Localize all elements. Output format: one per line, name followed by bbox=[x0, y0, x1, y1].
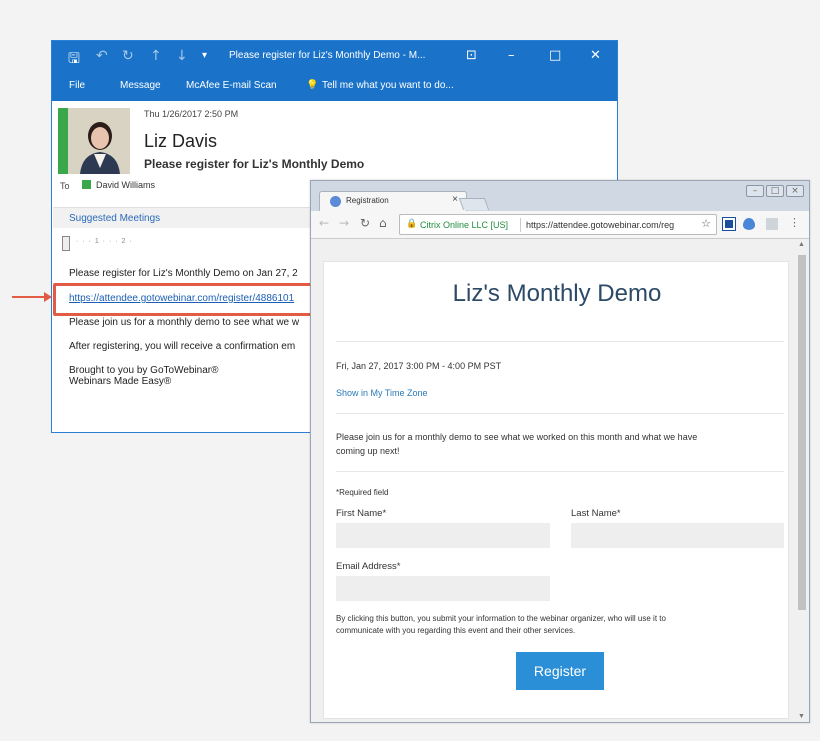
window-title: Please register for Liz's Monthly Demo -… bbox=[229, 50, 426, 61]
home-icon[interactable]: ⌂ bbox=[379, 216, 387, 230]
maximize-button[interactable]: □ bbox=[766, 185, 784, 197]
register-button[interactable]: Register bbox=[516, 652, 604, 690]
lock-icon: 🔒 bbox=[406, 219, 418, 229]
up-arrow-icon[interactable]: ↑ bbox=[150, 48, 162, 64]
body-confirmation: After registering, you will receive a co… bbox=[69, 341, 296, 352]
suggested-meetings-label: Suggested Meetings bbox=[69, 213, 161, 224]
back-icon[interactable]: ← bbox=[319, 216, 329, 230]
maximize-button[interactable]: □ bbox=[549, 48, 561, 63]
tab-mcafee[interactable]: McAfee E-mail Scan bbox=[186, 80, 277, 91]
last-name-field[interactable] bbox=[571, 523, 784, 548]
tab-close-icon[interactable]: × bbox=[452, 194, 458, 205]
browser-window: Registration × – □ × ← → ↻ ⌂ 🔒 Citrix Onli… bbox=[310, 180, 810, 723]
sent-date: Thu 1/26/2017 2:50 PM bbox=[144, 109, 239, 119]
address-bar[interactable]: 🔒 Citrix Online LLC [US] https://attende… bbox=[399, 214, 717, 235]
tell-me-search[interactable]: Tell me what you want to do... bbox=[322, 80, 454, 91]
sender-avatar bbox=[58, 108, 130, 174]
last-name-label: Last Name* bbox=[571, 508, 621, 519]
tab-message[interactable]: Message bbox=[120, 80, 161, 91]
minimize-button[interactable]: – bbox=[508, 48, 515, 63]
tab-title: Registration bbox=[346, 196, 389, 205]
ruler: · · · 1 · · · 2 · bbox=[76, 238, 133, 245]
close-button[interactable]: ✕ bbox=[590, 48, 601, 63]
redo-icon[interactable]: ↻ bbox=[122, 48, 134, 64]
webinar-description-1: Please join us for a monthly demo to see… bbox=[336, 432, 698, 442]
secure-org-label: Citrix Online LLC [US] bbox=[420, 220, 509, 230]
scroll-up-icon[interactable]: ▲ bbox=[798, 241, 805, 248]
presence-icon bbox=[82, 180, 91, 189]
disclaimer-1: By clicking this button, you submit your… bbox=[336, 614, 666, 623]
first-name-label: First Name* bbox=[336, 508, 387, 519]
bookmark-star-icon[interactable]: ☆ bbox=[701, 217, 711, 230]
webinar-datetime: Fri, Jan 27, 2017 3:00 PM - 4:00 PM PST bbox=[336, 361, 502, 371]
email-subject: Please register for Liz's Monthly Demo bbox=[144, 157, 365, 171]
scroll-down-icon[interactable]: ▼ bbox=[798, 713, 805, 720]
minimize-button[interactable]: – bbox=[746, 185, 764, 197]
tab-registration[interactable]: Registration × bbox=[319, 191, 467, 211]
body-signature-2: Webinars Made Easy® bbox=[69, 376, 172, 387]
browser-toolbar: ← → ↻ ⌂ 🔒 Citrix Online LLC [US] https:/… bbox=[311, 211, 809, 239]
timezone-link-row: Show in My Time Zone bbox=[336, 388, 428, 398]
recipient-name[interactable]: David Williams bbox=[96, 180, 155, 190]
first-name-field[interactable] bbox=[336, 523, 550, 548]
lightbulb-icon: 💡 bbox=[306, 80, 319, 91]
extension-grey-icon[interactable] bbox=[766, 218, 778, 230]
scroll-thumb[interactable] bbox=[798, 255, 806, 610]
browser-tabstrip: Registration × – □ × bbox=[311, 181, 809, 211]
show-in-my-time-zone-link[interactable]: Show in My Time Zone bbox=[336, 388, 428, 398]
undo-icon[interactable]: ↶ bbox=[96, 48, 108, 64]
reload-icon[interactable]: ↻ bbox=[360, 216, 370, 230]
new-tab-button[interactable] bbox=[458, 198, 490, 210]
browser-window-controls: – □ × bbox=[744, 185, 804, 197]
disclaimer-2: communicate with you regarding this even… bbox=[336, 626, 576, 635]
url-text[interactable]: https://attendee.gotowebinar.com/reg bbox=[526, 220, 686, 230]
webinar-title: Liz's Monthly Demo bbox=[452, 280, 662, 307]
pointer-arrow bbox=[12, 296, 46, 298]
save-icon[interactable]: 🖫 bbox=[68, 48, 80, 72]
body-signature-1: Brought to you by GoToWebinar® bbox=[69, 365, 219, 376]
registration-page: Liz's Monthly Demo Fri, Jan 27, 2017 3:0… bbox=[323, 261, 789, 719]
body-intro: Please register for Liz's Monthly Demo o… bbox=[69, 268, 298, 279]
customize-toolbar-icon[interactable]: ▾ bbox=[202, 50, 207, 61]
scrollbar[interactable]: ▲ ▼ bbox=[795, 239, 809, 722]
email-label: Email Address* bbox=[336, 561, 401, 572]
globe-icon bbox=[330, 196, 341, 207]
to-label: To bbox=[60, 181, 70, 191]
webinar-description-2: coming up next! bbox=[336, 446, 400, 456]
down-arrow-icon[interactable]: ↓ bbox=[176, 48, 188, 64]
body-description: Please join us for a monthly demo to see… bbox=[69, 317, 300, 328]
sender-name[interactable]: Liz Davis bbox=[144, 131, 217, 152]
forward-icon[interactable]: → bbox=[339, 216, 349, 230]
extension-shield-icon[interactable] bbox=[743, 218, 755, 230]
extension-icon[interactable] bbox=[722, 217, 736, 231]
close-button[interactable]: × bbox=[786, 185, 804, 197]
link-highlight-box bbox=[53, 283, 313, 316]
menu-icon[interactable]: ⋮ bbox=[789, 216, 800, 229]
tab-file[interactable]: File bbox=[69, 80, 85, 91]
suggested-meetings-bar[interactable]: Suggested Meetings bbox=[53, 207, 313, 228]
ribbon-tabs: File Message McAfee E-mail Scan 💡 Tell m… bbox=[52, 73, 617, 101]
ribbon-display-icon[interactable]: ⊡ bbox=[466, 48, 477, 63]
outlook-titlebar: 🖫 ↶ ↻ ↑ ↓ ▾ Please register for Liz's Mo… bbox=[52, 41, 617, 73]
required-field-note: *Required field bbox=[336, 488, 389, 497]
email-field[interactable] bbox=[336, 576, 550, 601]
